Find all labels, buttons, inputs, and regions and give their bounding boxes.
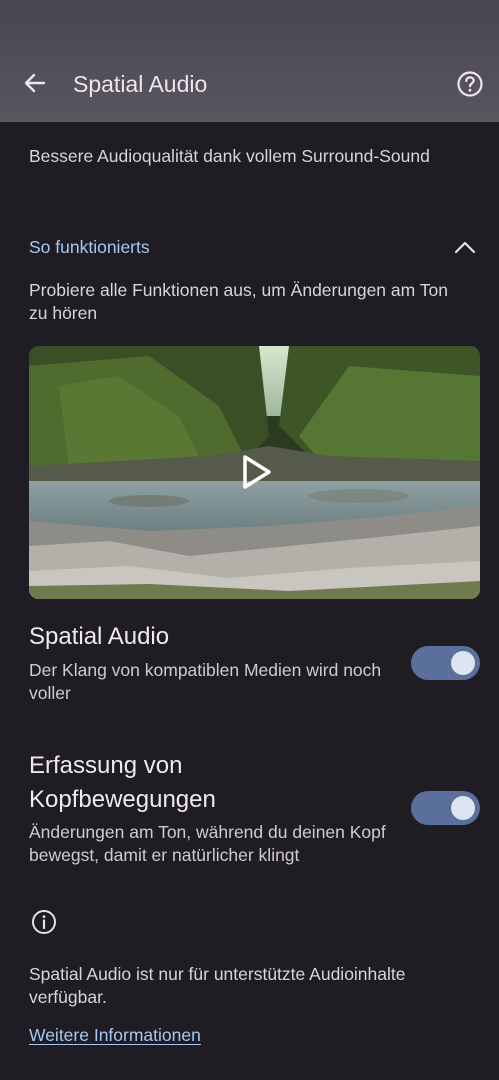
spatial-audio-title: Spatial Audio: [29, 623, 170, 650]
how-it-works-title: So funktionierts: [29, 237, 150, 257]
play-icon[interactable]: [241, 454, 273, 490]
how-it-works-description: Probiere alle Funktionen aus, um Änderun…: [29, 280, 448, 323]
head-tracking-title: Erfassung von Kopfbewegungen: [29, 752, 216, 813]
spatial-audio-description: Der Klang von kompatiblen Medien wird no…: [29, 660, 382, 703]
head-tracking-description: Änderungen am Ton, während du deinen Kop…: [29, 822, 386, 865]
info-icon: [32, 910, 56, 934]
page-subtitle: Bessere Audioqualität dank vollem Surrou…: [29, 146, 430, 166]
head-tracking-toggle[interactable]: [411, 791, 480, 825]
back-button[interactable]: [20, 68, 50, 98]
help-button[interactable]: [456, 70, 484, 98]
page-title: Spatial Audio: [73, 71, 208, 97]
toggle-knob: [451, 796, 475, 820]
chevron-up-icon: [454, 241, 476, 254]
more-info-link[interactable]: Weitere Informationen: [29, 1023, 201, 1047]
top-app-bar: [0, 0, 499, 122]
arrow-back-icon: [24, 73, 46, 93]
how-it-works-header[interactable]: So funktionierts: [0, 228, 499, 268]
availability-note: Spatial Audio ist nur für unterstützte A…: [29, 964, 406, 1007]
toggle-knob: [451, 651, 475, 675]
spatial-audio-toggle[interactable]: [411, 646, 480, 680]
help-icon: [457, 71, 483, 97]
